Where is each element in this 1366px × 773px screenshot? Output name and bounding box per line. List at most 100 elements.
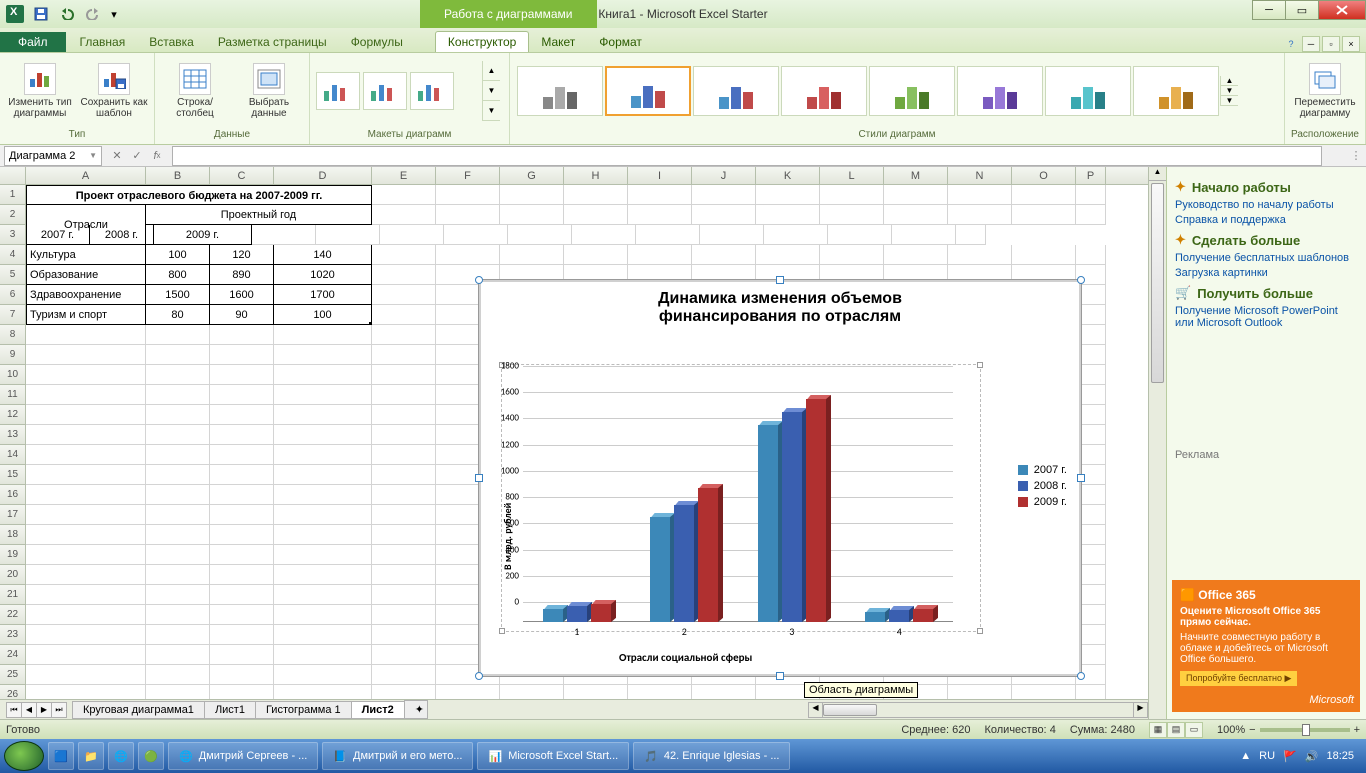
cell[interactable] xyxy=(210,585,274,605)
cell[interactable] xyxy=(372,625,436,645)
cell[interactable] xyxy=(274,545,372,565)
chart-style-option[interactable] xyxy=(1045,66,1131,116)
cell[interactable] xyxy=(700,225,764,245)
cell[interactable] xyxy=(274,445,372,465)
cell[interactable]: Культура xyxy=(26,245,146,265)
row-header[interactable]: 4 xyxy=(0,245,26,265)
cell[interactable] xyxy=(372,325,436,345)
cell[interactable] xyxy=(146,485,210,505)
zoom-out-button[interactable]: − xyxy=(1249,724,1255,736)
chart-object[interactable]: Динамика изменения объемов финансировани… xyxy=(478,279,1082,677)
cell[interactable] xyxy=(146,565,210,585)
cell[interactable] xyxy=(274,565,372,585)
chart-bar[interactable] xyxy=(567,606,587,622)
cell[interactable]: 800 xyxy=(146,265,210,285)
cell[interactable] xyxy=(572,225,636,245)
cell[interactable] xyxy=(210,565,274,585)
legend-item[interactable]: 2008 г. xyxy=(1018,480,1067,492)
row-header[interactable]: 21 xyxy=(0,585,26,605)
cell[interactable] xyxy=(146,625,210,645)
new-sheet-button[interactable]: ✦ xyxy=(404,700,428,719)
column-header[interactable]: D xyxy=(274,167,372,184)
select-all-button[interactable] xyxy=(0,167,26,184)
save-button[interactable] xyxy=(30,3,52,25)
chart-bar[interactable] xyxy=(698,488,718,622)
column-header[interactable]: K xyxy=(756,167,820,184)
cell[interactable] xyxy=(26,545,146,565)
tab-format[interactable]: Формат xyxy=(587,32,654,52)
cell[interactable] xyxy=(26,645,146,665)
cell[interactable] xyxy=(146,665,210,685)
minimize-button[interactable]: ─ xyxy=(1252,0,1286,20)
cell[interactable] xyxy=(372,245,436,265)
row-header[interactable]: 12 xyxy=(0,405,26,425)
column-header[interactable]: J xyxy=(692,167,756,184)
cell[interactable] xyxy=(146,445,210,465)
cell[interactable] xyxy=(146,685,210,699)
tray-clock[interactable]: 18:25 xyxy=(1326,750,1354,762)
cell[interactable] xyxy=(146,325,210,345)
cell[interactable] xyxy=(500,245,564,265)
cell[interactable] xyxy=(628,685,692,699)
column-header[interactable]: M xyxy=(884,167,948,184)
cell[interactable] xyxy=(372,505,436,525)
cell[interactable] xyxy=(380,225,444,245)
cell[interactable] xyxy=(948,205,1012,225)
cell[interactable] xyxy=(210,345,274,365)
system-tray[interactable]: ▲ RU 🚩 🔊 18:25 xyxy=(1240,750,1362,763)
expand-icon[interactable]: ▼ xyxy=(1221,96,1238,106)
cell[interactable] xyxy=(372,665,436,685)
cell[interactable] xyxy=(564,245,628,265)
cell[interactable] xyxy=(210,525,274,545)
cell[interactable] xyxy=(564,185,628,205)
cell[interactable] xyxy=(372,385,436,405)
cell[interactable] xyxy=(146,605,210,625)
cell[interactable] xyxy=(274,585,372,605)
row-header[interactable]: 13 xyxy=(0,425,26,445)
cancel-formula-icon[interactable]: ✕ xyxy=(108,147,126,165)
cell[interactable] xyxy=(1076,205,1106,225)
cell[interactable]: 890 xyxy=(210,265,274,285)
cell[interactable] xyxy=(146,405,210,425)
tab-insert[interactable]: Вставка xyxy=(137,32,206,52)
chart-style-option[interactable] xyxy=(869,66,955,116)
cell[interactable] xyxy=(210,665,274,685)
row-header[interactable]: 25 xyxy=(0,665,26,685)
row-header[interactable]: 11 xyxy=(0,385,26,405)
sheet-tab-nav[interactable]: ⏮ ◀ ▶ ⏭ xyxy=(6,702,66,718)
legend-item[interactable]: 2009 г. xyxy=(1018,496,1067,508)
cell[interactable] xyxy=(436,685,500,699)
cell[interactable] xyxy=(372,305,436,325)
chart-bar[interactable] xyxy=(889,610,909,622)
column-header[interactable]: N xyxy=(948,167,1012,184)
prev-sheet-icon[interactable]: ◀ xyxy=(21,702,37,718)
fx-icon[interactable]: fx xyxy=(148,147,166,165)
cell[interactable] xyxy=(372,445,436,465)
tab-design[interactable]: Конструктор xyxy=(435,31,529,52)
next-sheet-icon[interactable]: ▶ xyxy=(36,702,52,718)
cell[interactable]: 1020 xyxy=(274,265,372,285)
select-data-button[interactable]: Выбрать данные xyxy=(235,63,303,119)
link-templates[interactable]: Получение бесплатных шаблонов xyxy=(1175,252,1358,264)
cell[interactable] xyxy=(884,205,948,225)
cell[interactable] xyxy=(252,225,316,245)
cell[interactable] xyxy=(210,485,274,505)
chart-bar[interactable] xyxy=(543,609,563,622)
chart-style-option[interactable] xyxy=(693,66,779,116)
cell[interactable] xyxy=(500,185,564,205)
tab-home[interactable]: Главная xyxy=(68,32,138,52)
cell[interactable] xyxy=(210,545,274,565)
cell[interactable] xyxy=(1076,245,1106,265)
cell[interactable] xyxy=(274,345,372,365)
cell[interactable] xyxy=(372,405,436,425)
app-icon[interactable] xyxy=(4,3,26,25)
sheet-tab[interactable]: Лист1 xyxy=(204,701,256,719)
tab-layout[interactable]: Макет xyxy=(529,32,587,52)
cell[interactable] xyxy=(146,365,210,385)
cell[interactable]: 2007 г. xyxy=(26,225,90,245)
cell[interactable] xyxy=(274,605,372,625)
row-header[interactable]: 23 xyxy=(0,625,26,645)
sheet-tab[interactable]: Лист2 xyxy=(351,701,405,719)
cell[interactable] xyxy=(146,585,210,605)
column-header[interactable]: G xyxy=(500,167,564,184)
